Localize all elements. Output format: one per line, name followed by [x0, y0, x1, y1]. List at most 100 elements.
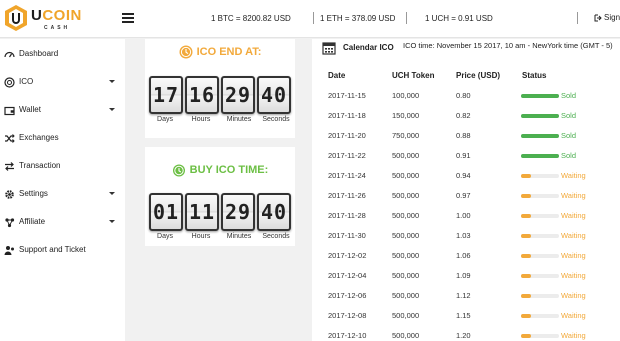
table-row: 2017-11-28 500,000 1.00 Waiting: [312, 211, 620, 231]
buy-ico-title: BUY ICO TIME:: [189, 163, 269, 176]
status-progress-fill: [521, 154, 559, 158]
row-price: 1.12: [456, 291, 471, 300]
row-token: 500,000: [392, 331, 420, 340]
row-price: 1.06: [456, 251, 471, 260]
calendar-title: Calendar ICO: [343, 43, 394, 52]
seconds-value: 40: [260, 83, 288, 107]
row-date: 2017-12-04: [328, 271, 367, 280]
table-row: 2017-11-18 150,000 0.82 Sold: [312, 111, 620, 131]
row-token: 500,000: [392, 151, 420, 160]
status-text: Waiting: [561, 271, 586, 280]
calendar-icon: [322, 42, 336, 55]
row-token: 500,000: [392, 291, 420, 300]
status-progress-bar: [521, 174, 559, 178]
affiliate-icon: [5, 218, 15, 228]
ico-end-panel: ICO END AT: 17 16 29 40 Days Hours Minut…: [145, 39, 295, 138]
status-text: Waiting: [561, 291, 586, 300]
sidebar-item-support[interactable]: Support and Ticket: [0, 237, 125, 263]
status-progress-fill: [521, 194, 531, 198]
hours-label: Hours: [191, 233, 211, 240]
countdown-days: 17: [149, 76, 183, 114]
row-price: 0.91: [456, 151, 471, 160]
table-row: 2017-11-20 750,000 0.88 Sold: [312, 131, 620, 151]
table-row: 2017-12-04 500,000 1.09 Waiting: [312, 271, 620, 291]
row-token: 500,000: [392, 251, 420, 260]
row-date: 2017-11-30: [328, 231, 366, 240]
status-progress-fill: [521, 314, 531, 318]
logo-subtitle: CASH: [44, 25, 71, 31]
uch-rate: 1 UCH = 0.91 USD: [425, 14, 493, 23]
table-row: 2017-11-30 500,000 1.03 Waiting: [312, 231, 620, 251]
table-row: 2017-11-22 500,000 0.91 Sold: [312, 151, 620, 171]
shuffle-icon: [5, 134, 15, 143]
row-token: 500,000: [392, 231, 420, 240]
table-row: 2017-12-08 500,000 1.15 Waiting: [312, 311, 620, 331]
sidebar-item-label: Wallet: [19, 105, 41, 114]
buy-ico-panel: BUY ICO TIME: 01 11 29 40 Days Hours Min…: [145, 147, 295, 246]
status-text: Sold: [561, 131, 577, 140]
days-value: 01: [152, 200, 180, 224]
countdown-hours: 11: [185, 193, 219, 231]
row-date: 2017-11-26: [328, 191, 366, 200]
status-text: Sold: [561, 111, 577, 120]
ico-time-note: ICO time: November 15 2017, 10 am - NewY…: [403, 41, 613, 50]
clock-icon: [179, 45, 193, 59]
column-header-price: Price (USD): [456, 71, 501, 80]
days-value: 17: [152, 83, 180, 107]
status-text: Waiting: [561, 331, 586, 340]
status-text: Sold: [561, 151, 577, 160]
brand-logo[interactable]: UCOIN CASH: [4, 4, 94, 34]
sidebar-item-label: ICO: [19, 77, 34, 86]
minutes-label: Minutes: [226, 233, 252, 240]
table-row: 2017-11-24 500,000 0.94 Waiting: [312, 171, 620, 191]
gear-icon: [5, 190, 14, 199]
table-row: 2017-12-06 500,000 1.12 Waiting: [312, 291, 620, 311]
sidebar-item-affiliate[interactable]: Affiliate: [0, 209, 125, 235]
seconds-label: Seconds: [262, 116, 290, 123]
row-token: 750,000: [392, 131, 420, 140]
menu-toggle-button[interactable]: [122, 13, 134, 23]
row-token: 100,000: [392, 91, 420, 100]
sidebar-item-exchanges[interactable]: Exchanges: [0, 125, 125, 151]
status-progress-bar: [521, 214, 559, 218]
row-date: 2017-12-08: [328, 311, 367, 320]
status-text: Waiting: [561, 211, 586, 220]
sidebar-item-transaction[interactable]: Transaction: [0, 153, 125, 179]
sidebar-item-label: Exchanges: [19, 133, 59, 142]
rate-divider: [313, 12, 314, 24]
signin-label: Sign: [604, 13, 620, 22]
sidebar-item-dashboard[interactable]: Dashboard: [0, 41, 125, 67]
signin-link[interactable]: Sign: [594, 13, 620, 22]
column-header-token: UCH Token: [392, 71, 435, 80]
status-progress-fill: [521, 274, 531, 278]
status-progress-fill: [521, 114, 559, 118]
seconds-label: Seconds: [262, 233, 290, 240]
minutes-value: 29: [224, 200, 252, 224]
sidebar-item-settings[interactable]: Settings: [0, 181, 125, 207]
row-price: 1.15: [456, 311, 471, 320]
table-row: 2017-11-26 500,000 0.97 Waiting: [312, 191, 620, 211]
status-text: Sold: [561, 91, 577, 100]
chevron-down-icon: [109, 80, 115, 83]
buy-ico-countdown: 01 11 29 40: [147, 193, 295, 233]
sidebar-item-ico[interactable]: ICO: [0, 69, 125, 95]
status-progress-bar: [521, 154, 559, 158]
row-date: 2017-11-28: [328, 211, 366, 220]
row-token: 500,000: [392, 191, 420, 200]
row-price: 0.80: [456, 91, 471, 100]
minutes-label: Minutes: [226, 116, 252, 123]
hours-value: 11: [188, 200, 216, 224]
calendar-ico-panel: Calendar ICO ICO time: November 15 2017,…: [312, 39, 620, 341]
logo-wordmark: UCOIN: [31, 7, 82, 24]
support-icon: [4, 246, 14, 255]
table-row: 2017-12-10 500,000 1.20 Waiting: [312, 331, 620, 341]
status-progress-fill: [521, 174, 531, 178]
status-progress-bar: [521, 274, 559, 278]
sidebar-item-wallet[interactable]: Wallet: [0, 97, 125, 123]
row-price: 1.09: [456, 271, 471, 280]
status-text: Waiting: [561, 251, 586, 260]
sidebar-item-label: Affiliate: [19, 217, 46, 226]
row-date: 2017-11-20: [328, 131, 366, 140]
table-row: 2017-12-02 500,000 1.06 Waiting: [312, 251, 620, 271]
status-progress-bar: [521, 294, 559, 298]
